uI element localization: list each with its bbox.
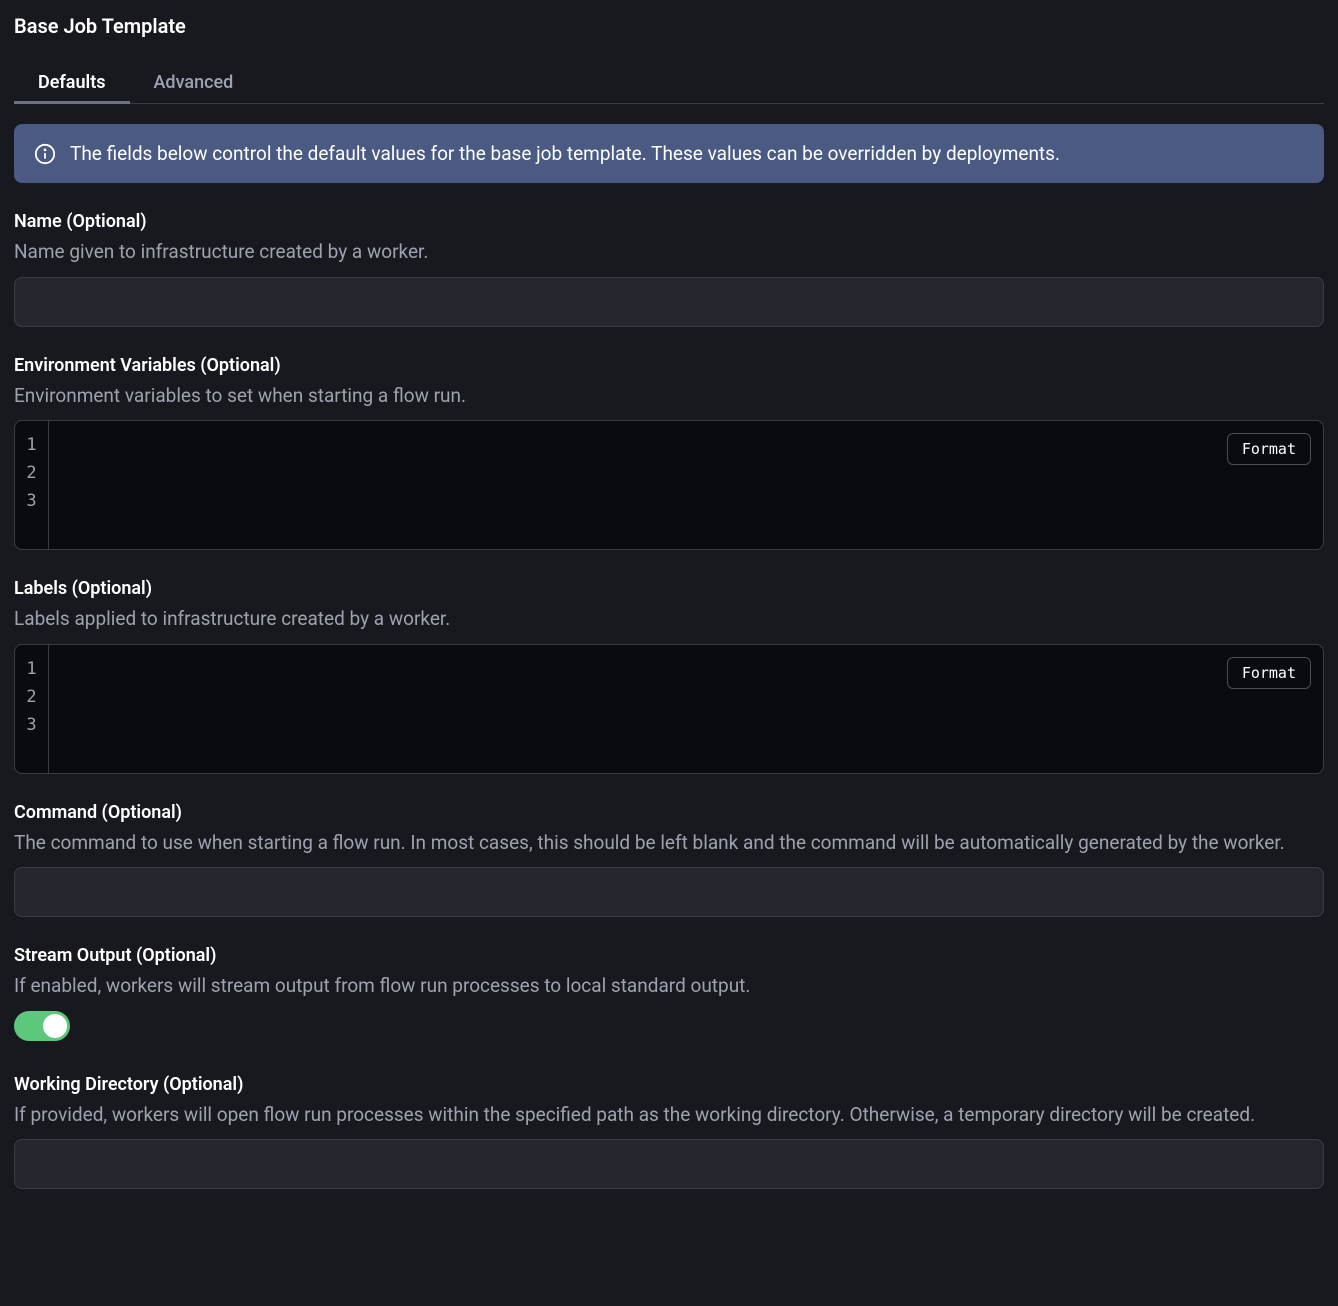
line-number: 1	[15, 431, 48, 459]
field-description-env: Environment variables to set when starti…	[14, 382, 1324, 411]
format-button-env[interactable]: Format	[1227, 433, 1311, 465]
field-name: Name (Optional) Name given to infrastruc…	[14, 211, 1324, 327]
field-stream-output: Stream Output (Optional) If enabled, wor…	[14, 945, 1324, 1046]
field-description-name: Name given to infrastructure created by …	[14, 238, 1324, 267]
toggle-thumb	[43, 1014, 67, 1038]
env-line-gutter: 1 2 3	[15, 421, 49, 549]
tab-defaults[interactable]: Defaults	[14, 62, 130, 103]
field-env: Environment Variables (Optional) Environ…	[14, 355, 1324, 551]
command-input[interactable]	[14, 867, 1324, 917]
field-label-name: Name (Optional)	[14, 211, 1324, 232]
field-label-env: Environment Variables (Optional)	[14, 355, 1324, 376]
format-button-labels[interactable]: Format	[1227, 657, 1311, 689]
field-command: Command (Optional) The command to use wh…	[14, 802, 1324, 918]
field-label-working-directory: Working Directory (Optional)	[14, 1074, 1324, 1095]
info-banner: The fields below control the default val…	[14, 124, 1324, 183]
stream-output-toggle[interactable]	[14, 1011, 70, 1041]
working-directory-input[interactable]	[14, 1139, 1324, 1189]
env-code-editor[interactable]: 1 2 3 Format	[14, 420, 1324, 550]
field-description-working-directory: If provided, workers will open flow run …	[14, 1101, 1324, 1130]
field-label-labels: Labels (Optional)	[14, 578, 1324, 599]
line-number: 1	[15, 655, 48, 683]
field-label-stream-output: Stream Output (Optional)	[14, 945, 1324, 966]
line-number: 2	[15, 459, 48, 487]
info-banner-text: The fields below control the default val…	[70, 142, 1060, 165]
field-description-labels: Labels applied to infrastructure created…	[14, 605, 1324, 634]
field-working-directory: Working Directory (Optional) If provided…	[14, 1074, 1324, 1190]
name-input[interactable]	[14, 277, 1324, 327]
field-description-command: The command to use when starting a flow …	[14, 829, 1324, 858]
field-labels: Labels (Optional) Labels applied to infr…	[14, 578, 1324, 774]
tabs: Defaults Advanced	[14, 62, 1324, 104]
field-label-command: Command (Optional)	[14, 802, 1324, 823]
line-number: 3	[15, 487, 48, 515]
tab-advanced[interactable]: Advanced	[130, 62, 258, 103]
field-description-stream-output: If enabled, workers will stream output f…	[14, 972, 1324, 1001]
line-number: 2	[15, 683, 48, 711]
info-icon	[34, 143, 56, 165]
labels-code-editor[interactable]: 1 2 3 Format	[14, 644, 1324, 774]
labels-code-content[interactable]	[49, 645, 1323, 773]
page-title: Base Job Template	[14, 14, 1324, 38]
env-code-content[interactable]	[49, 421, 1323, 549]
labels-line-gutter: 1 2 3	[15, 645, 49, 773]
line-number: 3	[15, 711, 48, 739]
